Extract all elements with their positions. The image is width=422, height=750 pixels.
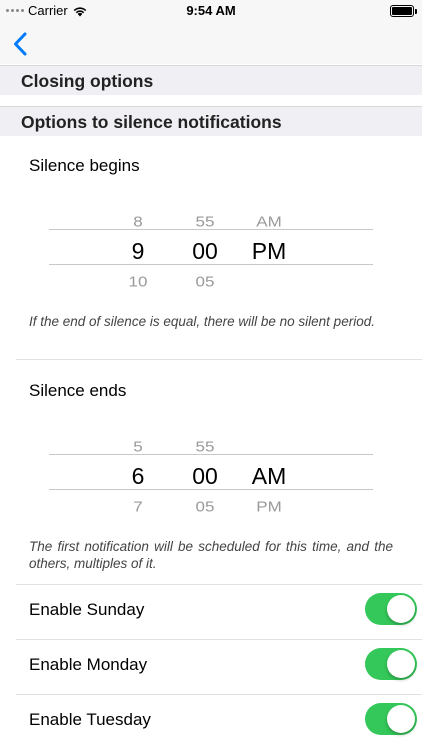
picker-value: 55 [195, 213, 215, 230]
hour-column[interactable]: 5 6 7 [113, 425, 163, 549]
navigation-bar [0, 24, 422, 64]
section-title: Closing options [21, 71, 154, 91]
silence-begins-time-picker[interactable]: 8 9 10 55 00 05 AM PM [49, 200, 373, 324]
section-header-silence-options: Options to silence notifications [0, 106, 422, 136]
silence-ends-time-picker[interactable]: 5 6 7 55 00 05 AM PM [49, 425, 373, 549]
silence-ends-label: Silence ends [29, 381, 127, 400]
picker-value: AM [256, 213, 282, 230]
minute-column[interactable]: 55 00 05 [179, 200, 231, 324]
toggle-knob [387, 595, 415, 623]
picker-value: 05 [195, 498, 215, 515]
enable-tuesday-label: Enable Tuesday [29, 710, 151, 729]
picker-value: 8 [133, 213, 143, 230]
hour-column[interactable]: 8 9 10 [113, 200, 163, 324]
picker-value: 7 [133, 498, 143, 515]
back-button[interactable] [8, 30, 32, 58]
battery-icon [390, 5, 417, 17]
picker-value: 05 [195, 273, 215, 290]
period-column[interactable]: AM PM [245, 200, 293, 324]
silence-ends-note: The first notification will be scheduled… [29, 539, 393, 571]
selected-minute: 00 [192, 463, 218, 489]
minute-column[interactable]: 55 00 05 [179, 425, 231, 549]
selected-period: AM [251, 463, 287, 489]
selected-hour: 9 [131, 238, 145, 264]
selected-hour: 6 [131, 463, 145, 489]
chevron-left-icon [14, 32, 27, 56]
enable-monday-label: Enable Monday [29, 655, 148, 674]
silence-begins-note: If the end of silence is equal, there wi… [29, 314, 375, 329]
divider [16, 359, 422, 360]
picker-value: 55 [195, 438, 215, 455]
section-header-closing-options: Closing options [0, 65, 422, 95]
silence-begins-label: Silence begins [29, 156, 140, 175]
enable-sunday-toggle[interactable] [365, 593, 417, 625]
picker-value: 5 [133, 438, 143, 455]
toggle-knob [387, 705, 415, 733]
selected-period: PM [251, 238, 287, 264]
divider [16, 694, 422, 695]
divider [16, 639, 422, 640]
toggle-knob [387, 650, 415, 678]
enable-sunday-label: Enable Sunday [29, 600, 145, 619]
enable-monday-toggle[interactable] [365, 648, 417, 680]
picker-value: 10 [128, 273, 148, 290]
period-column[interactable]: AM PM [245, 425, 293, 549]
battery-level [392, 7, 412, 15]
picker-value: PM [256, 498, 282, 515]
divider [16, 584, 422, 585]
clock: 9:54 AM [186, 3, 236, 18]
selected-minute: 00 [192, 238, 218, 264]
status-bar: Carrier 9:54 AM [0, 0, 422, 24]
enable-tuesday-toggle[interactable] [365, 703, 417, 735]
section-title: Options to silence notifications [21, 112, 282, 132]
battery-tip [415, 9, 417, 14]
